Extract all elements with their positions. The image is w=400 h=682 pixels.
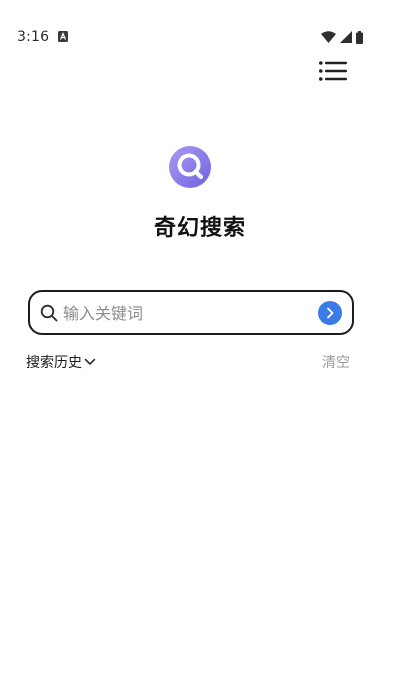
wifi-icon — [321, 31, 336, 43]
magnifier-logo-icon — [169, 146, 211, 188]
status-time: 3:16 — [17, 29, 50, 45]
menu-button[interactable] — [314, 56, 352, 86]
list-menu-icon — [319, 61, 347, 81]
search-history-header: 搜索历史 清空 — [26, 352, 352, 372]
cell-signal-icon — [340, 31, 352, 43]
chevron-down-icon — [84, 358, 96, 365]
search-input[interactable] — [63, 298, 313, 328]
chevron-right-icon — [327, 307, 334, 319]
notification-a-icon — [58, 31, 68, 42]
search-history-toggle[interactable]: 搜索历史 — [26, 352, 96, 372]
search-box[interactable] — [28, 290, 354, 335]
search-history-label: 搜索历史 — [26, 355, 82, 371]
clear-history-button[interactable]: 清空 — [322, 352, 350, 372]
status-icons — [321, 30, 363, 44]
search-screen: 3:16 奇幻搜索 输入关键词 搜索历史 清空 — [0, 0, 400, 682]
search-submit-button[interactable] — [318, 301, 342, 325]
app-title: 奇幻搜索 — [153, 216, 246, 241]
battery-icon — [356, 30, 363, 44]
search-icon — [40, 304, 58, 322]
